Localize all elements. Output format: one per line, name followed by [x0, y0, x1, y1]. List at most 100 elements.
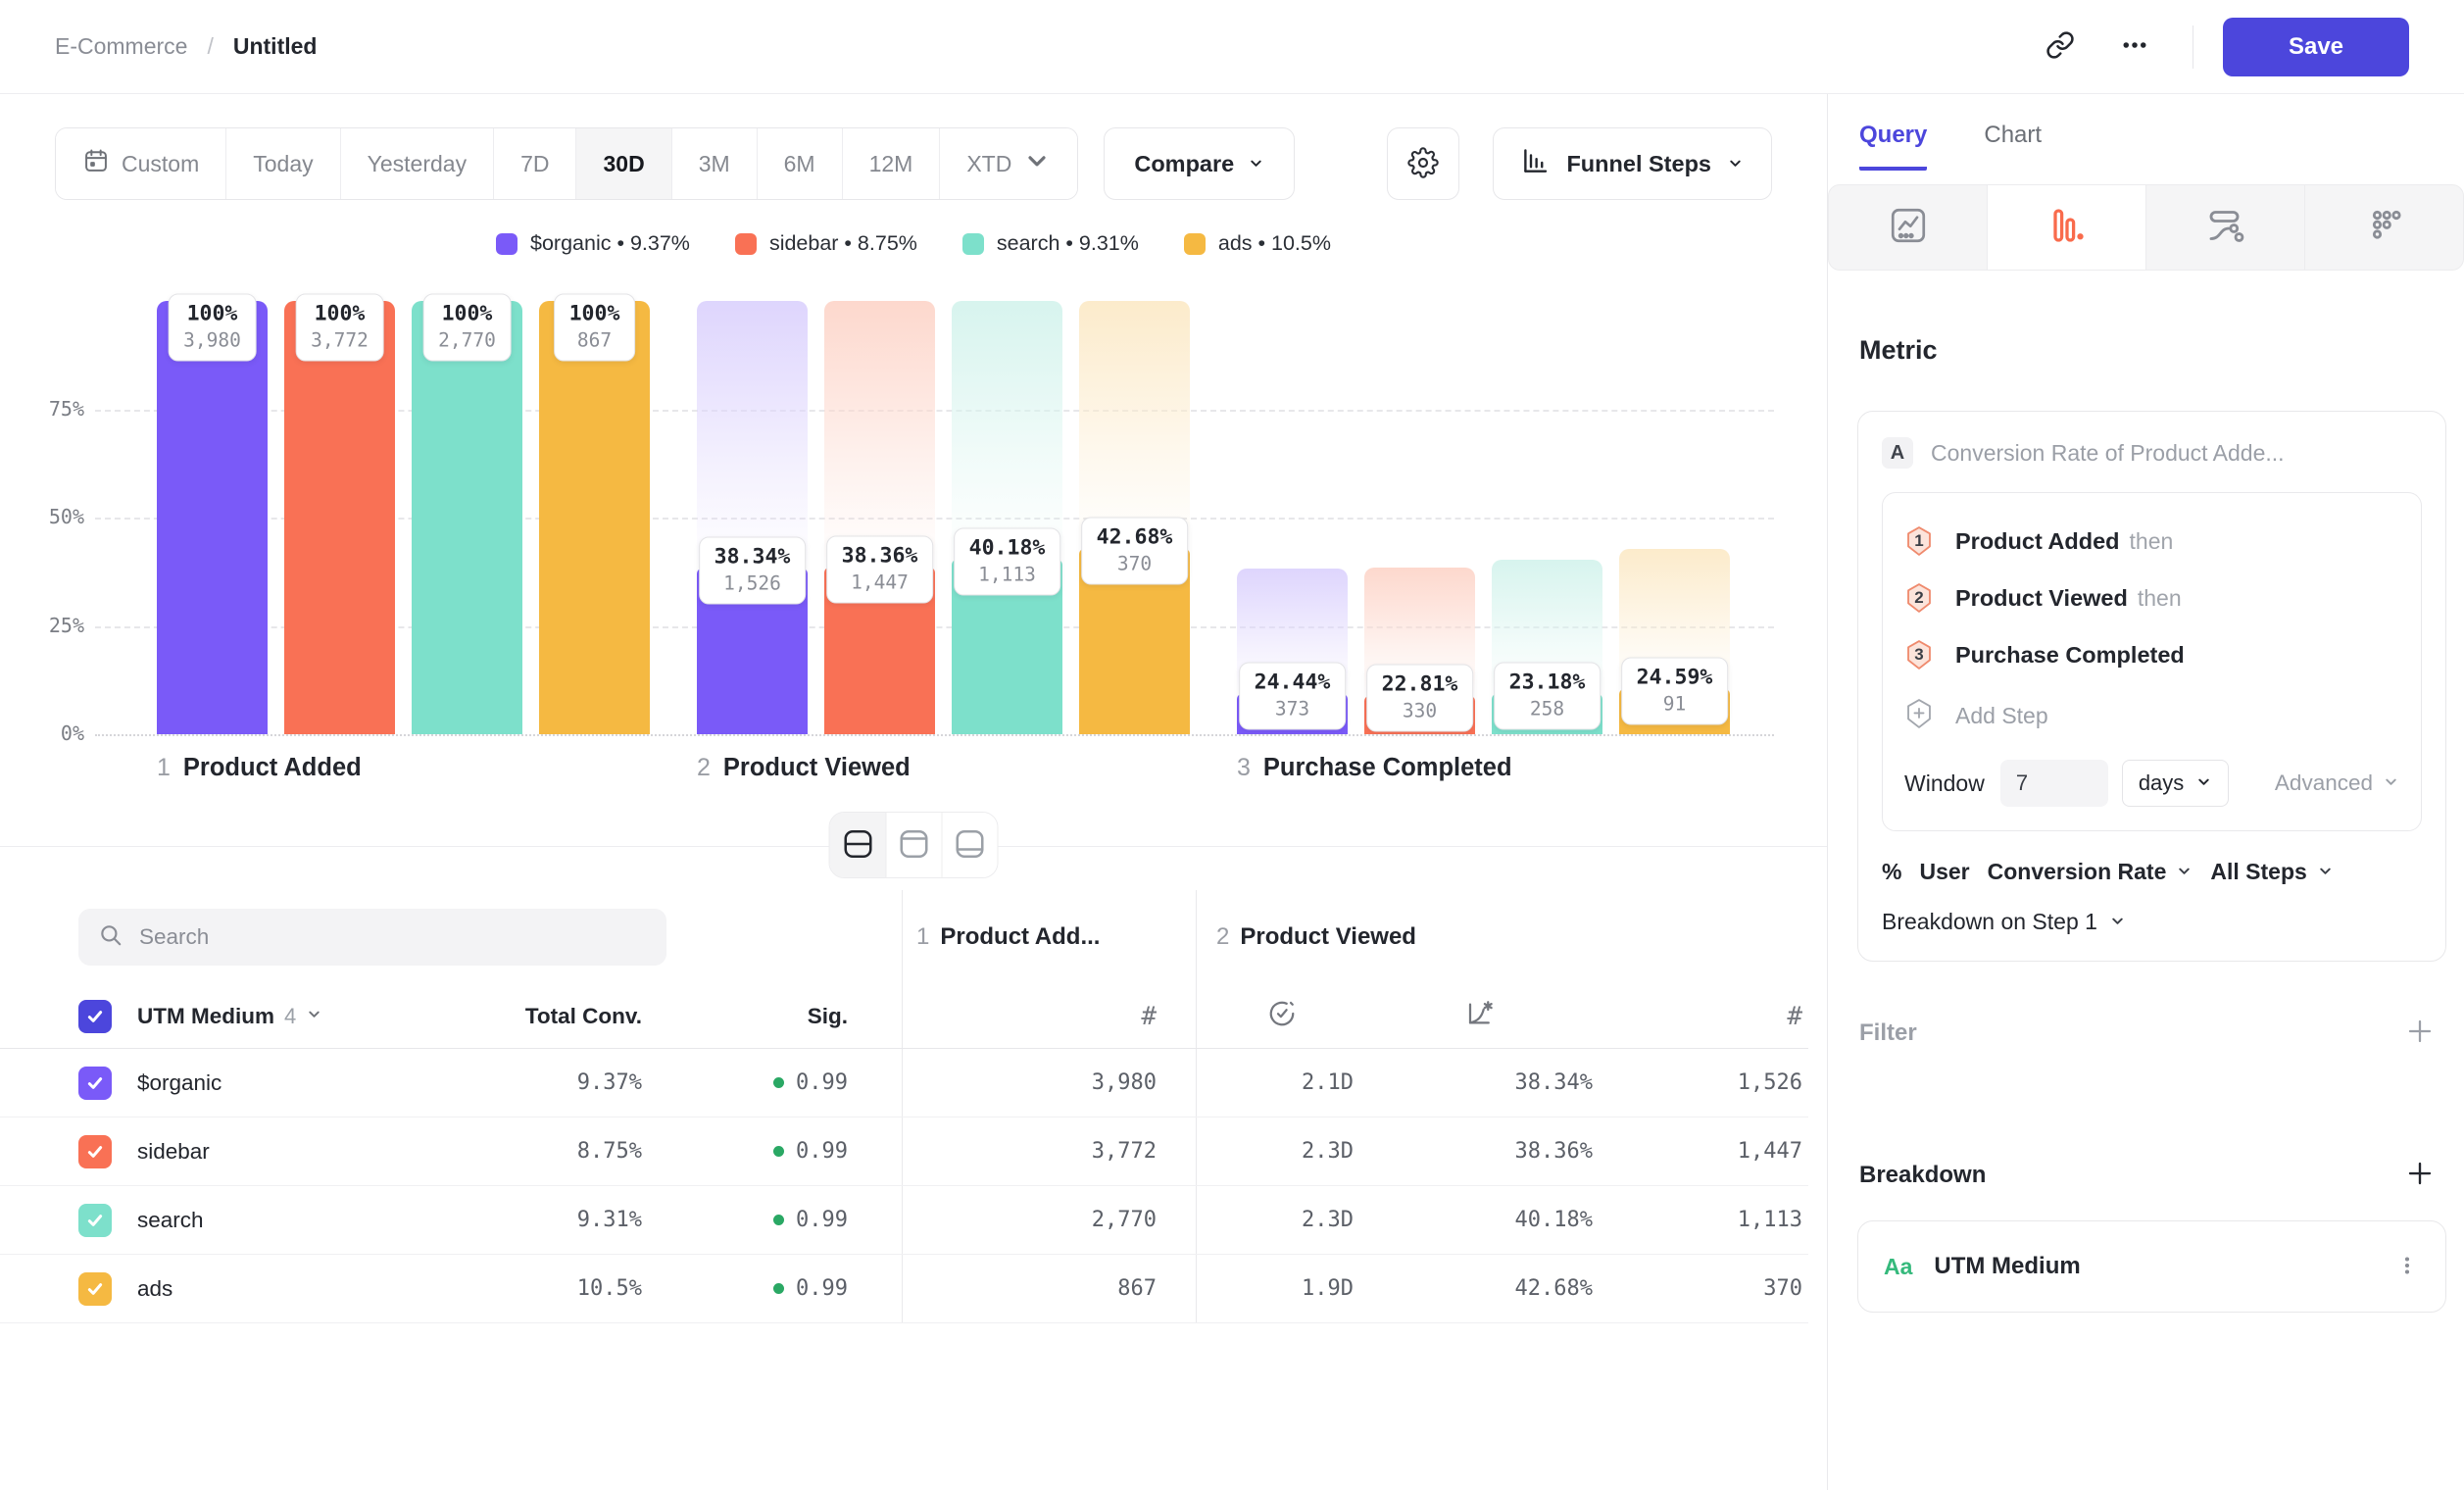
- search-input[interactable]: [139, 924, 647, 950]
- sig-column-header[interactable]: Sig.: [642, 984, 902, 1048]
- row-checkbox[interactable]: [78, 1135, 112, 1168]
- row-checkbox[interactable]: [78, 1272, 112, 1306]
- chart-type-funnel[interactable]: [1987, 184, 2146, 271]
- view-chart-only-button[interactable]: [886, 813, 942, 877]
- table-row[interactable]: ads10.5%0.998671.9D42.68%370: [0, 1255, 1808, 1323]
- view-table-only-button[interactable]: [942, 813, 998, 877]
- metric-step[interactable]: 1Product Addedthen: [1904, 513, 2399, 570]
- tab-chart[interactable]: Chart: [1984, 122, 2042, 171]
- bar-organic[interactable]: 24.44%373: [1237, 301, 1348, 734]
- legend-item[interactable]: $organic • 9.37%: [496, 231, 690, 256]
- bar-sidebar[interactable]: 38.36%1,447: [824, 301, 935, 734]
- bar-search[interactable]: 23.18%258: [1492, 301, 1602, 734]
- range-12m[interactable]: 12M: [842, 128, 940, 199]
- breakdown-options-button[interactable]: [2394, 1253, 2420, 1281]
- add-step-button[interactable]: Add Step: [1904, 687, 2399, 744]
- header-actions: Save: [2036, 18, 2409, 76]
- row-checkbox[interactable]: [78, 1204, 112, 1237]
- bar-organic[interactable]: 100%3,980: [157, 301, 268, 734]
- step2-rate-column-header[interactable]: [1367, 984, 1593, 1048]
- breakdown-on-step-dropdown[interactable]: Breakdown on Step 1: [1882, 909, 2422, 935]
- legend-swatch: [1184, 233, 1206, 255]
- tab-query[interactable]: Query: [1859, 122, 1927, 171]
- range-6m[interactable]: 6M: [757, 128, 842, 199]
- chart-settings-button[interactable]: [1387, 127, 1459, 200]
- chart-type-line[interactable]: [1828, 184, 1988, 271]
- range-3m[interactable]: 3M: [671, 128, 757, 199]
- legend-item[interactable]: search • 9.31%: [962, 231, 1139, 256]
- table-row[interactable]: search9.31%0.992,7702.3D40.18%1,113: [0, 1186, 1808, 1255]
- bar-value-label: 23.18%258: [1494, 662, 1602, 729]
- row-checkbox[interactable]: [78, 1067, 112, 1100]
- bar-value-label: 42.68%370: [1081, 518, 1189, 585]
- range-7d[interactable]: 7D: [493, 128, 575, 199]
- bar-sidebar[interactable]: 100%3,772: [284, 301, 395, 734]
- step-name: Product Viewed: [723, 754, 911, 782]
- bar-organic[interactable]: 38.34%1,526: [697, 301, 808, 734]
- window-unit-select[interactable]: days: [2122, 760, 2229, 807]
- total-conv-column-header[interactable]: Total Conv.: [451, 984, 642, 1048]
- range-today[interactable]: Today: [225, 128, 339, 199]
- bar-search[interactable]: 40.18%1,113: [952, 301, 1062, 734]
- breadcrumb-parent[interactable]: E-Commerce: [55, 33, 187, 60]
- layout-view-switcher: [829, 812, 999, 878]
- measured-as-dropdown[interactable]: Conversion Rate: [1988, 859, 2167, 885]
- step-number-badge: 3: [1904, 639, 1934, 670]
- step1-count-column-header[interactable]: #: [902, 984, 1196, 1048]
- metric-title-row[interactable]: A Conversion Rate of Product Adde...: [1882, 437, 2422, 469]
- metric-step[interactable]: 3Purchase Completed: [1904, 626, 2399, 683]
- range-label: 12M: [869, 151, 913, 177]
- range-yesterday[interactable]: Yesterday: [340, 128, 493, 199]
- more-menu-button[interactable]: [2110, 21, 2159, 73]
- step2-count-column-header[interactable]: #: [1593, 984, 1808, 1048]
- y-axis-tick: 50%: [0, 505, 84, 528]
- bar-value-label: 24.59%91: [1621, 657, 1729, 724]
- previous-step-ghost-bar: [1079, 301, 1190, 549]
- window-value-input[interactable]: [2000, 760, 2108, 807]
- table-row[interactable]: $organic9.37%0.993,9802.1D38.34%1,526: [0, 1049, 1808, 1118]
- row-step1-count: 867: [902, 1255, 1196, 1322]
- significance-dot: [773, 1146, 784, 1157]
- range-label: Yesterday: [368, 151, 467, 177]
- bar-percent: 42.68%: [1097, 525, 1173, 550]
- filter-label: Filter: [1859, 1019, 1917, 1047]
- table-row[interactable]: sidebar8.75%0.993,7722.3D38.36%1,447: [0, 1118, 1808, 1186]
- advanced-toggle[interactable]: Advanced: [2275, 770, 2399, 796]
- step2-avg-time-column-header[interactable]: [1196, 984, 1367, 1048]
- chevron-down-icon[interactable]: [306, 1006, 322, 1027]
- bar-percent: 100%: [183, 302, 241, 326]
- measured-user[interactable]: User: [1919, 859, 1969, 885]
- converted-bar-segment: [539, 301, 650, 734]
- range-xtd[interactable]: XTD: [939, 128, 1077, 199]
- measured-prefix: %: [1882, 859, 1901, 885]
- breadcrumb-current[interactable]: Untitled: [233, 33, 318, 60]
- row-step2-avg-time: 2.3D: [1196, 1186, 1367, 1254]
- chart-type-scatter[interactable]: [2304, 184, 2464, 271]
- metric-step[interactable]: 2Product Viewedthen: [1904, 570, 2399, 626]
- save-button[interactable]: Save: [2223, 18, 2409, 76]
- row-step2-avg-time: 2.1D: [1196, 1049, 1367, 1117]
- bar-ads[interactable]: 42.68%370: [1079, 301, 1190, 734]
- breakdown-property-card[interactable]: Aa UTM Medium: [1857, 1220, 2446, 1313]
- view-split-button[interactable]: [830, 813, 886, 877]
- bar-search[interactable]: 100%2,770: [412, 301, 522, 734]
- select-all-checkbox[interactable]: [78, 1000, 112, 1033]
- compare-button[interactable]: Compare: [1104, 127, 1295, 200]
- measured-steps-dropdown[interactable]: All Steps: [2210, 859, 2306, 885]
- add-filter-button[interactable]: [2405, 1017, 2435, 1049]
- hash-icon: #: [1787, 1002, 1802, 1031]
- chart-type-dropdown[interactable]: Funnel Steps: [1493, 127, 1772, 200]
- legend-item[interactable]: ads • 10.5%: [1184, 231, 1331, 256]
- table-body: $organic9.37%0.993,9802.1D38.34%1,526sid…: [0, 1049, 1808, 1323]
- bar-ads[interactable]: 24.59%91: [1619, 301, 1730, 734]
- share-link-button[interactable]: [2036, 21, 2085, 73]
- add-breakdown-button[interactable]: [2405, 1159, 2435, 1191]
- range-30d[interactable]: 30D: [575, 128, 670, 199]
- row-name-cell: sidebar: [78, 1118, 451, 1185]
- bar-ads[interactable]: 100%867: [539, 301, 650, 734]
- breakdown-column-label[interactable]: UTM Medium: [137, 1004, 274, 1029]
- bar-sidebar[interactable]: 22.81%330: [1364, 301, 1475, 734]
- legend-item[interactable]: sidebar • 8.75%: [735, 231, 917, 256]
- range-custom[interactable]: Custom: [56, 128, 225, 199]
- chart-type-flow[interactable]: [2145, 184, 2305, 271]
